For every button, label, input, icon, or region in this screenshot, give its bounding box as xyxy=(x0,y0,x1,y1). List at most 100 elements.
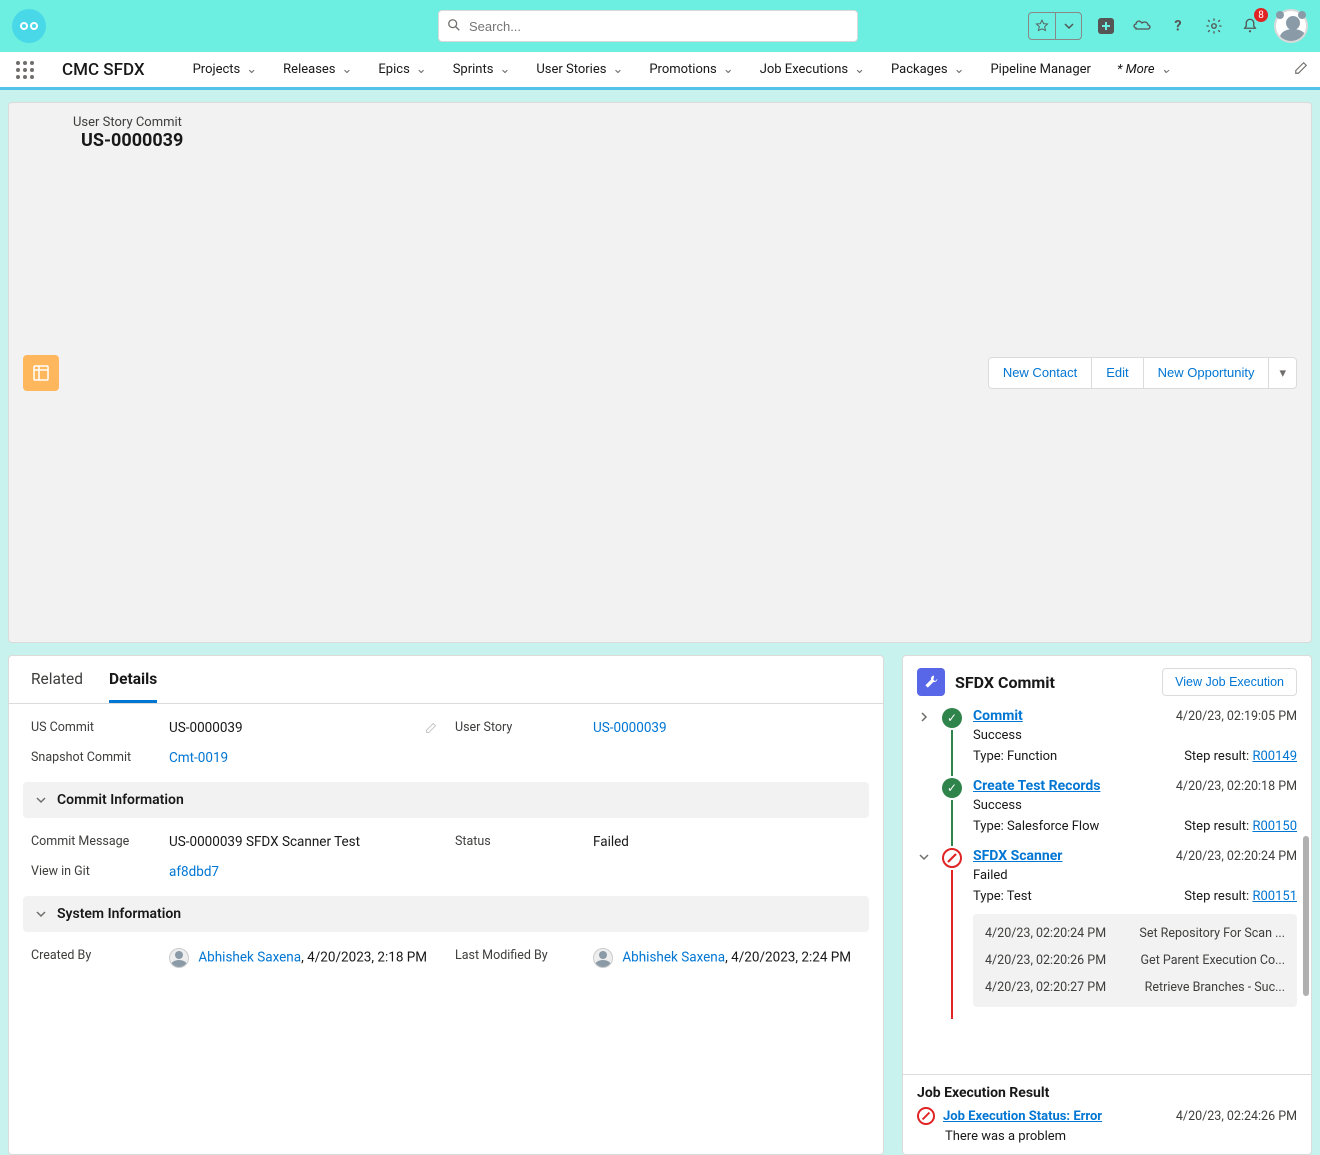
step-name-link[interactable]: Create Test Records xyxy=(973,778,1100,794)
section-title: Commit Information xyxy=(57,792,184,808)
user-story-link[interactable]: US-0000039 xyxy=(593,720,667,736)
substep-row[interactable]: 4/20/23, 02:20:27 PM Retrieve Branches - … xyxy=(973,974,1297,1001)
nav-releases[interactable]: Releases⌄ xyxy=(283,62,352,77)
question-icon[interactable]: ? xyxy=(1166,14,1190,38)
result-message: There was a problem xyxy=(945,1129,1297,1144)
nav-promotions[interactable]: Promotions⌄ xyxy=(649,62,733,77)
step-commit: ✓ Commit4/20/23, 02:19:05 PM Success Typ… xyxy=(917,708,1297,778)
field-commit-message: Commit Message US-0000039 SFDX Scanner T… xyxy=(31,834,437,850)
result-label: Step result: xyxy=(1184,889,1249,904)
scrollbar[interactable] xyxy=(1303,836,1309,996)
step-sfdx-scanner: SFDX Scanner4/20/23, 02:20:24 PM Failed … xyxy=(917,848,1297,1021)
tab-details[interactable]: Details xyxy=(109,670,157,703)
check-icon: ✓ xyxy=(942,778,962,798)
nav-epics[interactable]: Epics⌄ xyxy=(378,62,426,77)
modified-by-time: , 4/20/2023, 2:24 PM xyxy=(725,950,851,966)
snapshot-commit-link[interactable]: Cmt-0019 xyxy=(169,750,228,766)
step-result-link[interactable]: R00150 xyxy=(1252,819,1297,834)
tab-related[interactable]: Related xyxy=(31,670,83,703)
step-time: 4/20/23, 02:20:24 PM xyxy=(1176,849,1297,864)
created-by-time: , 4/20/2023, 2:18 PM xyxy=(301,950,427,966)
more-actions-icon[interactable]: ▾ xyxy=(1269,357,1297,389)
result-time: 4/20/23, 02:24:26 PM xyxy=(1176,1109,1297,1124)
search-icon xyxy=(447,18,461,36)
record-type-label: User Story Commit xyxy=(73,115,191,130)
created-by-user-link[interactable]: Abhishek Saxena xyxy=(198,950,301,966)
git-hash-link[interactable]: af8dbd7 xyxy=(169,864,219,880)
step-result-link[interactable]: R00151 xyxy=(1252,889,1297,904)
substep-time: 4/20/23, 02:20:27 PM xyxy=(985,980,1106,995)
step-status: Success xyxy=(973,728,1297,743)
wrench-icon xyxy=(917,668,945,696)
new-contact-button[interactable]: New Contact xyxy=(988,357,1092,389)
nav-packages[interactable]: Packages⌄ xyxy=(891,62,964,77)
modified-by-user-link[interactable]: Abhishek Saxena xyxy=(622,950,725,966)
type-label: Type: xyxy=(973,819,1004,834)
field-created-by: Created By Abhishek Saxena, 4/20/2023, 2… xyxy=(31,948,437,968)
star-icon[interactable] xyxy=(1029,13,1055,39)
tabset: Related Details xyxy=(9,656,883,704)
step-time: 4/20/23, 02:19:05 PM xyxy=(1176,709,1297,724)
chevron-down-icon: ⌄ xyxy=(954,62,965,77)
step-result-link[interactable]: R00149 xyxy=(1252,749,1297,764)
substep-text: Retrieve Branches - Suc... xyxy=(1145,980,1285,995)
step-name-link[interactable]: Commit xyxy=(973,708,1023,724)
nav-user-stories[interactable]: User Stories⌄ xyxy=(536,62,623,77)
edit-field-icon[interactable] xyxy=(425,722,437,738)
field-label: Last Modified By xyxy=(455,948,585,963)
substep-row[interactable]: 4/20/23, 02:20:24 PMSet Repository For S… xyxy=(973,920,1297,947)
edit-button[interactable]: Edit xyxy=(1092,357,1143,389)
type-value: Salesforce Flow xyxy=(1007,819,1099,834)
nav-projects[interactable]: Projects⌄ xyxy=(193,62,258,77)
section-system-information[interactable]: System Information xyxy=(23,896,869,932)
bell-icon[interactable]: 8 xyxy=(1238,14,1262,38)
result-label: Step result: xyxy=(1184,819,1249,834)
substep-text: Get Parent Execution Co... xyxy=(1141,953,1285,968)
page-header: User Story Commit US-0000039 New Contact… xyxy=(8,102,1312,643)
section-commit-information[interactable]: Commit Information xyxy=(23,782,869,818)
right-panel-title: SFDX Commit xyxy=(955,673,1055,692)
nav-job-executions[interactable]: Job Executions⌄ xyxy=(760,62,865,77)
app-launcher-icon[interactable] xyxy=(12,57,38,83)
field-label: Created By xyxy=(31,948,161,963)
chevron-down-icon[interactable] xyxy=(917,848,931,1021)
edit-nav-icon[interactable] xyxy=(1294,61,1308,79)
substep-row[interactable]: 4/20/23, 02:20:26 PMGet Parent Execution… xyxy=(973,947,1297,974)
nav-sprints[interactable]: Sprints⌄ xyxy=(453,62,511,77)
field-label: View in Git xyxy=(31,864,161,879)
type-value: Test xyxy=(1007,889,1032,904)
field-label: Commit Message xyxy=(31,834,161,849)
step-name-link[interactable]: SFDX Scanner xyxy=(973,848,1062,864)
fail-icon xyxy=(942,848,962,868)
result-status-link[interactable]: Job Execution Status: Error xyxy=(943,1109,1102,1124)
step-connector xyxy=(951,800,953,846)
chevron-down-icon[interactable] xyxy=(1055,13,1081,39)
field-label: User Story xyxy=(455,720,585,735)
step-status: Success xyxy=(973,798,1297,813)
app-logo-icon[interactable] xyxy=(12,9,46,43)
record-type-icon xyxy=(23,355,59,391)
salesforce-icon[interactable] xyxy=(1130,14,1154,38)
job-execution-panel: SFDX Commit View Job Execution ✓ Commit 4… xyxy=(902,655,1312,1155)
chevron-down-icon: ⌄ xyxy=(342,62,353,77)
chevron-down-icon: ⌄ xyxy=(499,62,510,77)
nav-more[interactable]: * More⌄ xyxy=(1117,62,1172,77)
chevron-down-icon: ⌄ xyxy=(612,62,623,77)
field-user-story: User Story US-0000039 xyxy=(455,720,861,736)
plus-icon[interactable] xyxy=(1094,14,1118,38)
favorites-combo xyxy=(1028,12,1082,40)
app-nav: CMC SFDX Projects⌄ Releases⌄ Epics⌄ Spri… xyxy=(0,52,1320,90)
view-job-execution-button[interactable]: View Job Execution xyxy=(1162,668,1297,696)
nav-pipeline-manager[interactable]: Pipeline Manager xyxy=(990,62,1090,77)
field-label: Snapshot Commit xyxy=(31,750,161,765)
gear-icon[interactable] xyxy=(1202,14,1226,38)
field-value: US-0000039 SFDX Scanner Test xyxy=(169,834,437,850)
chevron-down-icon: ⌄ xyxy=(854,62,865,77)
record-detail-panel: Related Details US Commit US-0000039 Use… xyxy=(8,655,884,1155)
chevron-down-icon: ⌄ xyxy=(416,62,427,77)
new-opportunity-button[interactable]: New Opportunity xyxy=(1144,357,1270,389)
type-value: Function xyxy=(1007,749,1057,764)
chevron-right-icon[interactable] xyxy=(917,708,931,778)
search-input[interactable] xyxy=(438,10,858,42)
substep-time: 4/20/23, 02:20:24 PM xyxy=(985,926,1106,941)
